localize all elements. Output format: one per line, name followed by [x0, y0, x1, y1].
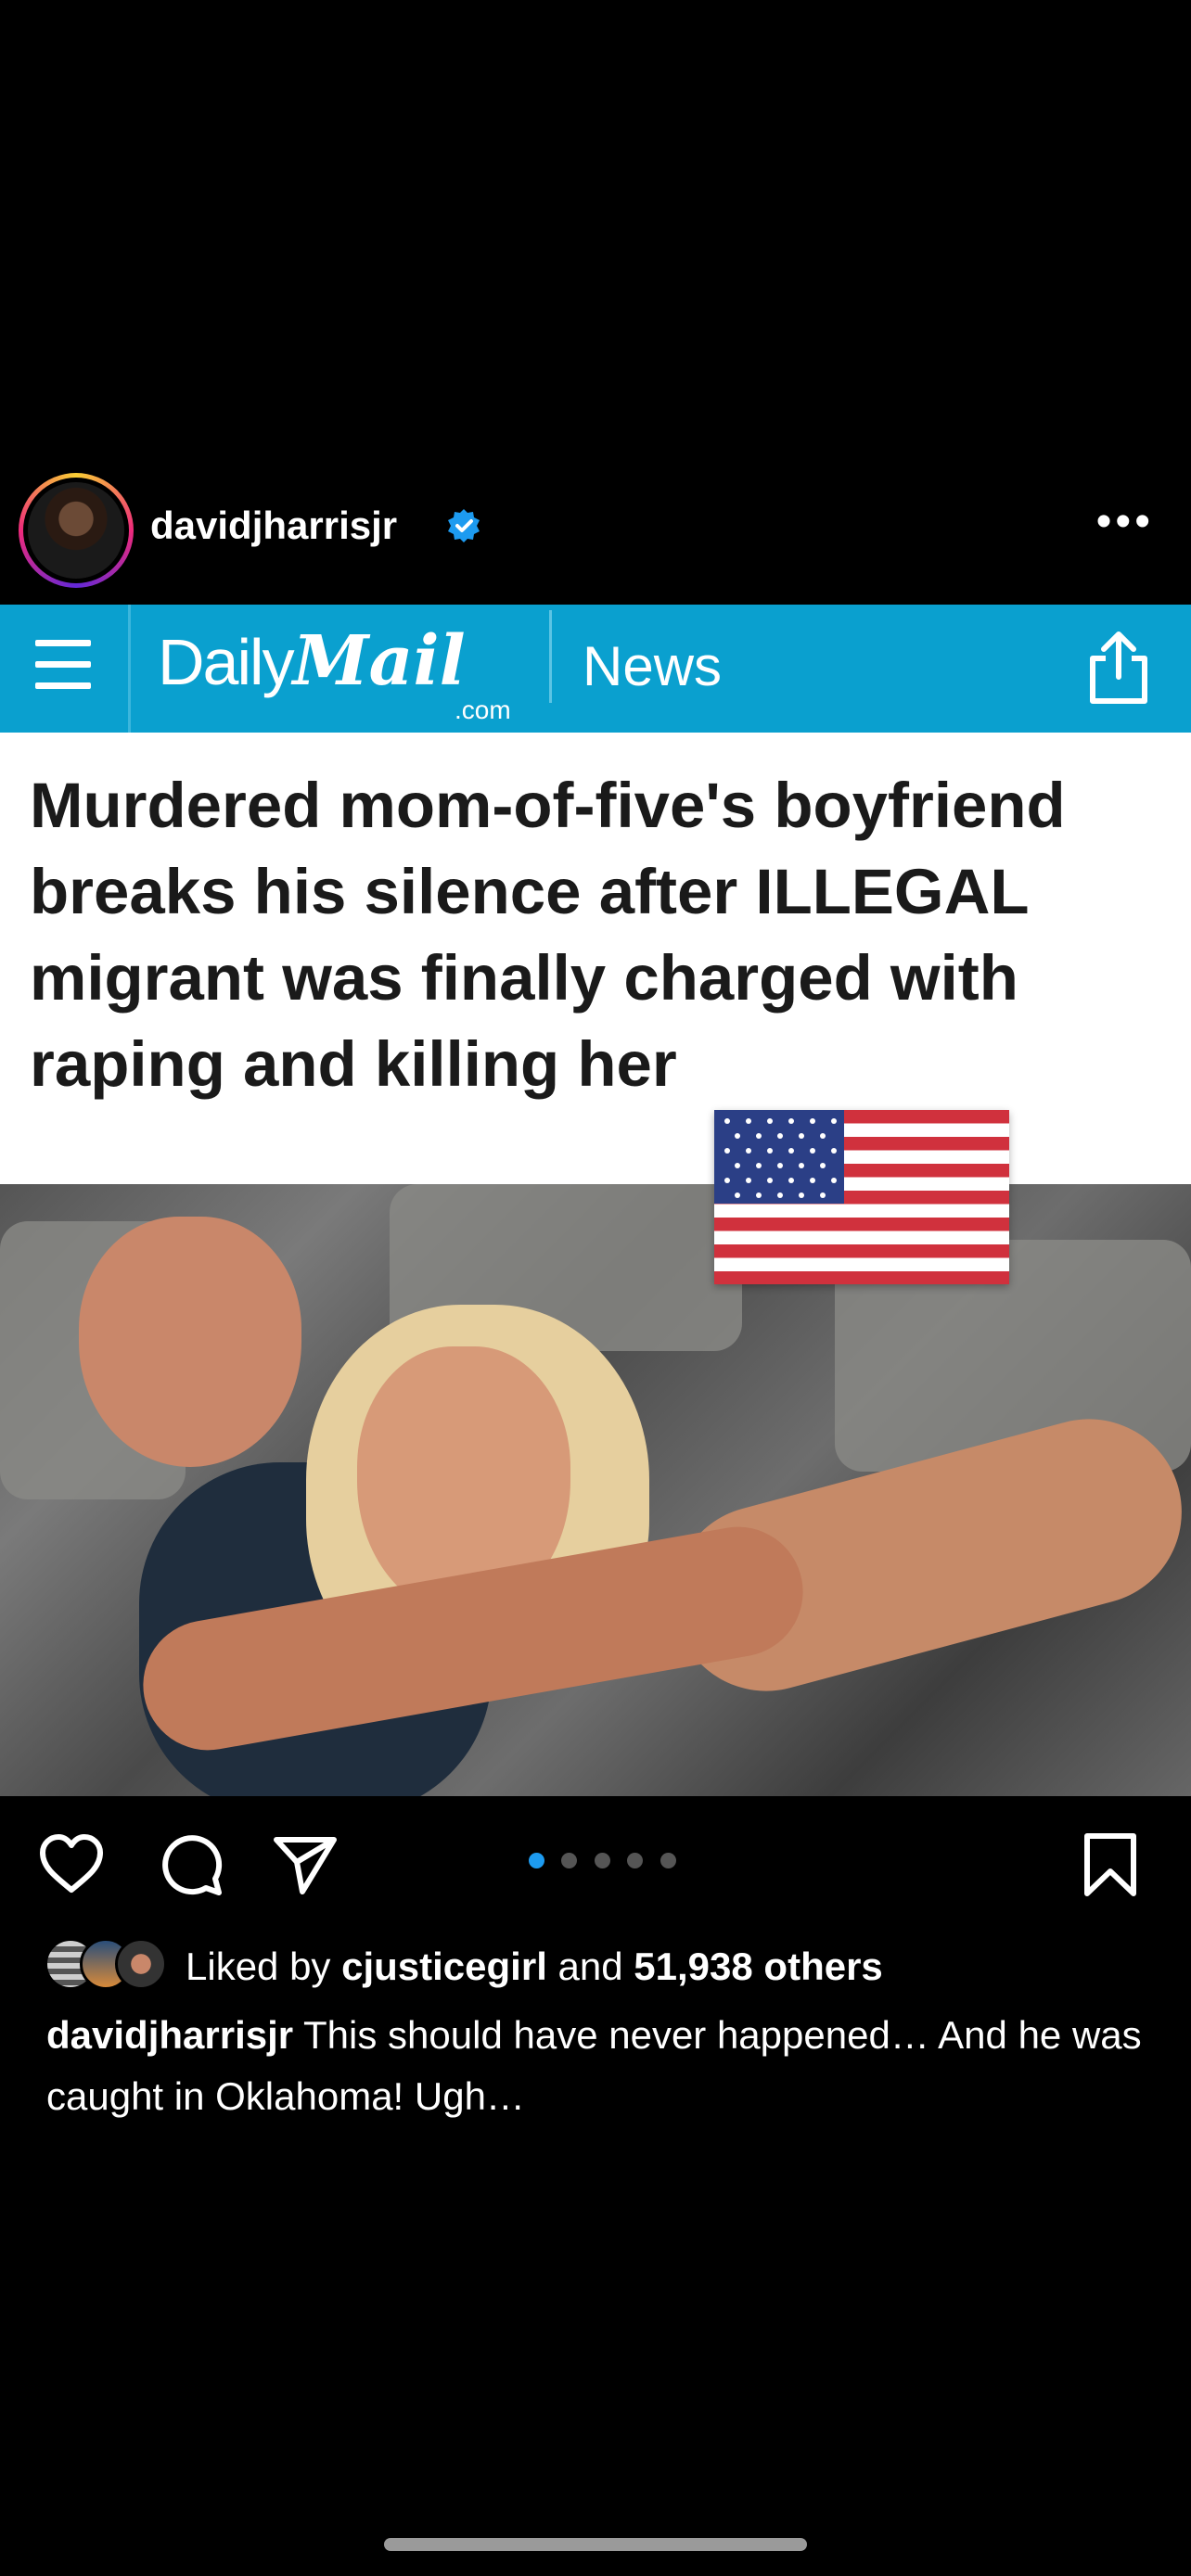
post-header: davidjharrisjr •••	[0, 468, 1191, 589]
likes-summary[interactable]: Liked by cjusticegirl and 51,938 others	[186, 1945, 883, 1989]
likes-and: and	[557, 1945, 623, 1988]
likes-prefix: Liked by	[186, 1945, 331, 1988]
carousel-dot	[627, 1853, 644, 1868]
avatar-image	[28, 482, 124, 579]
daily-mail-logo: DailyMail	[158, 621, 466, 701]
carousel-dot	[594, 1853, 610, 1868]
divider	[128, 605, 131, 733]
hamburger-menu-icon	[35, 640, 91, 695]
carousel-indicator	[529, 1853, 689, 1873]
daily-mail-header: DailyMail .com News	[0, 605, 1191, 733]
heart-icon[interactable]	[37, 1830, 106, 1899]
carousel-dot	[529, 1853, 544, 1868]
post-image[interactable]: DailyMail .com News Murdered mom-of-five…	[0, 605, 1191, 1796]
bookmark-icon[interactable]	[1076, 1830, 1145, 1899]
more-options-icon[interactable]: •••	[1096, 496, 1154, 547]
carousel-dot	[660, 1853, 676, 1868]
divider	[549, 610, 552, 703]
comment-icon[interactable]	[158, 1830, 226, 1899]
section-label: News	[583, 635, 723, 697]
avatar	[115, 1938, 167, 1990]
likes-count[interactable]: 51,938 others	[634, 1945, 883, 1988]
article-headline: Murdered mom-of-five's boyfriend breaks …	[30, 770, 1066, 1100]
share-icon	[1090, 631, 1147, 704]
home-indicator[interactable]	[384, 2538, 807, 2551]
liked-by-avatars[interactable]	[45, 1938, 174, 1990]
send-icon[interactable]	[271, 1830, 339, 1899]
liked-by-user[interactable]: cjusticegirl	[341, 1945, 547, 1988]
article-photo	[0, 1184, 1191, 1796]
post-caption: davidjharrisjr This should have never ha…	[46, 2005, 1150, 2127]
post-username[interactable]: davidjharrisjr	[150, 504, 397, 548]
caption-username[interactable]: davidjharrisjr	[46, 2013, 293, 2057]
logo-com: .com	[455, 695, 511, 724]
avatar[interactable]	[19, 473, 134, 588]
us-flag-emoji	[714, 1110, 1009, 1284]
post-actions	[0, 1827, 1191, 1901]
verified-badge-icon	[448, 509, 480, 542]
carousel-dot	[561, 1853, 578, 1868]
